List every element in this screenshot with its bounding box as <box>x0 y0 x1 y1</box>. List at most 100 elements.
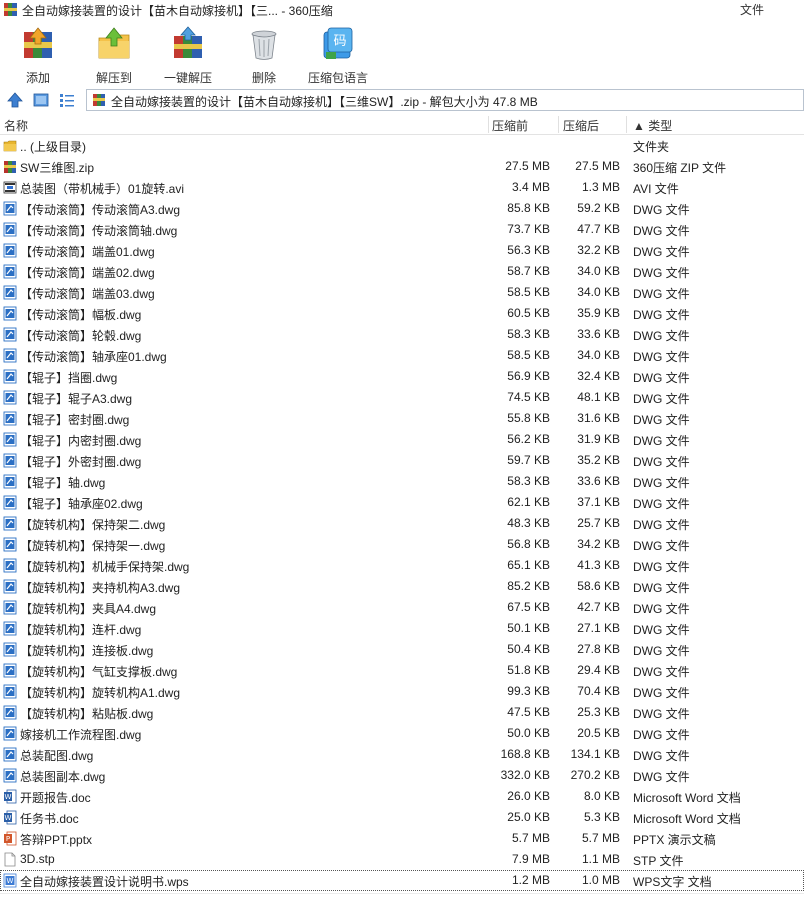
file-row[interactable]: 【辊子】密封圈.dwg 55.8 KB 31.6 KB DWG 文件 <box>0 408 804 429</box>
file-compressed-size: 58.6 KB <box>577 579 620 593</box>
up-arrow-icon[interactable] <box>6 91 24 109</box>
file-row[interactable]: 嫁接机工作流程图.dwg 50.0 KB 20.5 KB DWG 文件 <box>0 723 804 744</box>
file-row[interactable]: 【辊子】挡圈.dwg 56.9 KB 32.4 KB DWG 文件 <box>0 366 804 387</box>
file-row[interactable]: SW三维图.zip 27.5 MB 27.5 MB 360压缩 ZIP 文件 <box>0 156 804 177</box>
file-name: 3D.stp <box>20 852 55 866</box>
column-divider[interactable] <box>558 116 559 133</box>
file-name: 全自动嫁接装置设计说明书.wps <box>20 875 189 889</box>
file-row[interactable]: 【辊子】轴承座02.dwg 62.1 KB 37.1 KB DWG 文件 <box>0 492 804 513</box>
file-size: 51.8 KB <box>507 663 550 677</box>
file-row[interactable]: 【旋转机构】旋转机构A1.dwg 99.3 KB 70.4 KB DWG 文件 <box>0 681 804 702</box>
file-size: 7.9 MB <box>511 852 550 866</box>
menu-file[interactable]: 文件 <box>740 1 764 18</box>
file-size: 85.8 KB <box>507 201 550 215</box>
file-row[interactable]: 【辊子】内密封圈.dwg 56.2 KB 31.9 KB DWG 文件 <box>0 429 804 450</box>
delete-button[interactable]: 删除 <box>236 24 292 85</box>
file-row[interactable]: W 任务书.doc 25.0 KB 5.3 KB Microsoft Word 文档 <box>0 807 804 828</box>
dwg-file-icon <box>3 306 17 321</box>
file-row[interactable]: 【传动滚筒】轴承座01.dwg 58.5 KB 34.0 KB DWG 文件 <box>0 345 804 366</box>
column-size[interactable]: 压缩前 <box>492 117 528 134</box>
file-row[interactable]: 【传动滚筒】端盖02.dwg 58.7 KB 34.0 KB DWG 文件 <box>0 261 804 282</box>
file-type: WPS文字 文档 <box>633 875 712 889</box>
word-doc-icon: W <box>4 810 17 825</box>
file-row[interactable]: 【旋转机构】夹具A4.dwg 67.5 KB 42.7 KB DWG 文件 <box>0 597 804 618</box>
file-row[interactable]: 【传动滚筒】传动滚筒A3.dwg 85.8 KB 59.2 KB DWG 文件 <box>0 198 804 219</box>
column-type[interactable]: ▲ 类型 <box>633 117 672 134</box>
file-name: 答辩PPT.pptx <box>20 833 93 847</box>
file-size: 58.3 KB <box>507 474 550 488</box>
bottom-strip <box>0 893 804 917</box>
file-compressed-size: 37.1 KB <box>577 495 620 509</box>
address-bar: 全自动嫁接装置的设计【苗木自动嫁接机】【三维SW】.zip - 解包大小为 47… <box>0 88 804 112</box>
file-compressed-size: 134.1 KB <box>570 747 620 761</box>
column-divider[interactable] <box>488 116 489 133</box>
file-row[interactable]: W 开题报告.doc 26.0 KB 8.0 KB Microsoft Word 文档 <box>0 786 804 807</box>
archive-language-button[interactable]: 码 压缩包语言 <box>306 24 370 85</box>
file-size: 99.3 KB <box>507 684 550 698</box>
one-click-extract-button[interactable]: 一键解压 <box>158 24 218 85</box>
file-row[interactable]: 【旋转机构】连接板.dwg 50.4 KB 27.8 KB DWG 文件 <box>0 639 804 660</box>
file-row[interactable]: W 全自动嫁接装置设计说明书.wps 1.2 MB 1.0 MB WPS文字 文档 <box>0 870 804 891</box>
file-row[interactable]: 【旋转机构】保持架一.dwg 56.8 KB 34.2 KB DWG 文件 <box>0 534 804 555</box>
add-button[interactable]: 添加 <box>10 24 66 85</box>
file-row[interactable]: 3D.stp 7.9 MB 1.1 MB STP 文件 <box>0 849 804 870</box>
column-name[interactable]: 名称 <box>4 117 28 134</box>
file-type: 文件夹 <box>633 140 670 154</box>
file-name: 【旋转机构】连接板.dwg <box>20 644 154 658</box>
file-row[interactable]: 【旋转机构】保持架二.dwg 48.3 KB 25.7 KB DWG 文件 <box>0 513 804 534</box>
path-field[interactable]: 全自动嫁接装置的设计【苗木自动嫁接机】【三维SW】.zip - 解包大小为 47… <box>86 89 804 111</box>
file-name: 【传动滚筒】传动滚筒A3.dwg <box>20 203 181 217</box>
file-row[interactable]: 【旋转机构】连杆.dwg 50.1 KB 27.1 KB DWG 文件 <box>0 618 804 639</box>
file-row[interactable]: 【辊子】外密封圈.dwg 59.7 KB 35.2 KB DWG 文件 <box>0 450 804 471</box>
column-divider[interactable] <box>626 116 627 133</box>
file-name: 【辊子】挡圈.dwg <box>20 371 118 385</box>
file-size: 58.7 KB <box>507 264 550 278</box>
folder-icon <box>3 140 17 152</box>
file-row[interactable]: 【传动滚筒】传动滚筒轴.dwg 73.7 KB 47.7 KB DWG 文件 <box>0 219 804 240</box>
file-name: 嫁接机工作流程图.dwg <box>20 728 142 742</box>
parent-directory-row[interactable]: .. (上级目录) 文件夹 <box>0 135 804 156</box>
archive-language-button-label: 压缩包语言 <box>307 71 368 85</box>
file-name: 总装图副本.dwg <box>20 770 106 784</box>
thumbnail-view-icon[interactable] <box>32 91 50 109</box>
file-row[interactable]: P 答辩PPT.pptx 5.7 MB 5.7 MB PPTX 演示文稿 <box>0 828 804 849</box>
file-name: 【传动滚筒】轮毂.dwg <box>20 329 142 343</box>
file-name: 【旋转机构】机械手保持架.dwg <box>20 560 190 574</box>
file-type: PPTX 演示文稿 <box>633 833 716 847</box>
file-type: DWG 文件 <box>633 329 690 343</box>
file-row[interactable]: 【传动滚筒】轮毂.dwg 58.3 KB 33.6 KB DWG 文件 <box>0 324 804 345</box>
file-compressed-size: 27.1 KB <box>577 621 620 635</box>
file-compressed-size: 5.3 KB <box>583 810 620 824</box>
file-row[interactable]: 总装图（带机械手）01旋转.avi 3.4 MB 1.3 MB AVI 文件 <box>0 177 804 198</box>
dwg-file-icon <box>3 642 17 657</box>
file-row[interactable]: 总装配图.dwg 168.8 KB 134.1 KB DWG 文件 <box>0 744 804 765</box>
file-row[interactable]: 【传动滚筒】端盖03.dwg 58.5 KB 34.0 KB DWG 文件 <box>0 282 804 303</box>
dwg-file-icon <box>3 432 17 447</box>
file-row[interactable]: 【传动滚筒】端盖01.dwg 56.3 KB 32.2 KB DWG 文件 <box>0 240 804 261</box>
file-row[interactable]: 【旋转机构】气缸支撑板.dwg 51.8 KB 29.4 KB DWG 文件 <box>0 660 804 681</box>
column-compressed-size[interactable]: 压缩后 <box>563 117 599 134</box>
file-name: 开题报告.doc <box>20 791 91 805</box>
file-row[interactable]: 【旋转机构】粘贴板.dwg 47.5 KB 25.3 KB DWG 文件 <box>0 702 804 723</box>
file-row[interactable]: 【辊子】辊子A3.dwg 74.5 KB 48.1 KB DWG 文件 <box>0 387 804 408</box>
file-size: 56.9 KB <box>507 369 550 383</box>
file-row[interactable]: 【传动滚筒】幅板.dwg 60.5 KB 35.9 KB DWG 文件 <box>0 303 804 324</box>
file-size: 50.4 KB <box>507 642 550 656</box>
file-compressed-size: 48.1 KB <box>577 390 620 404</box>
dwg-file-icon <box>3 579 17 594</box>
file-row[interactable]: 【旋转机构】夹持机构A3.dwg 85.2 KB 58.6 KB DWG 文件 <box>0 576 804 597</box>
file-size: 59.7 KB <box>507 453 550 467</box>
add-archive-icon <box>24 27 52 58</box>
file-row[interactable]: 【辊子】轴.dwg 58.3 KB 33.6 KB DWG 文件 <box>0 471 804 492</box>
extract-to-button[interactable]: 解压到 <box>86 24 142 85</box>
file-name: 【旋转机构】保持架二.dwg <box>20 518 166 532</box>
file-name: 【旋转机构】夹具A4.dwg <box>20 602 157 616</box>
file-name: 【辊子】轴承座02.dwg <box>20 497 143 511</box>
file-row[interactable]: 总装图副本.dwg 332.0 KB 270.2 KB DWG 文件 <box>0 765 804 786</box>
list-view-icon[interactable] <box>58 91 76 109</box>
window-title: 全自动嫁接装置的设计【苗木自动嫁接机】【三... - 360压缩 <box>22 4 333 18</box>
file-row[interactable]: 【旋转机构】机械手保持架.dwg 65.1 KB 41.3 KB DWG 文件 <box>0 555 804 576</box>
file-type: DWG 文件 <box>633 728 690 742</box>
file-type: DWG 文件 <box>633 455 690 469</box>
file-name: .. (上级目录) <box>20 140 86 154</box>
